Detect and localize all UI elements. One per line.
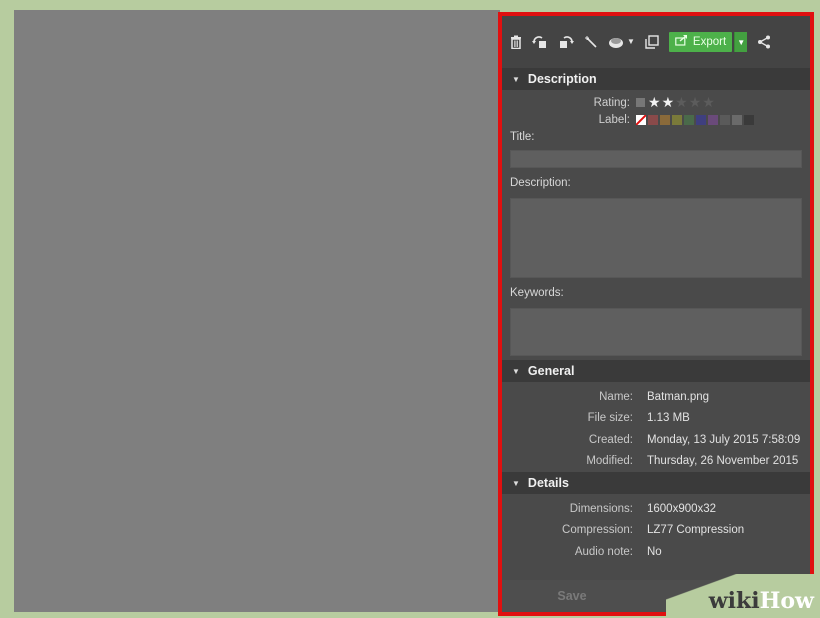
info-row: Dimensions: 1600x900x32 xyxy=(502,498,810,520)
share-icon[interactable] xyxy=(757,35,771,49)
info-row: Audio note: No xyxy=(502,541,810,563)
wikihow-watermark: wiki How xyxy=(666,574,820,618)
info-key: Modified: xyxy=(586,455,633,468)
info-key: Dimensions: xyxy=(569,502,633,515)
info-value: 1.13 MB xyxy=(647,412,690,425)
info-key: Audio note: xyxy=(574,545,633,558)
info-row: Name: Batman.png xyxy=(502,386,810,408)
label-color-swatch[interactable] xyxy=(744,114,754,125)
collapse-caret-icon: ▼ xyxy=(512,366,520,376)
info-value: LZ77 Compression xyxy=(647,524,745,537)
rating-star-icon[interactable]: ★ xyxy=(702,94,715,111)
collapse-caret-icon: ▼ xyxy=(512,478,520,488)
rotate-right-icon[interactable] xyxy=(558,35,574,49)
label-row: Label: xyxy=(502,111,810,128)
rotate-left-icon[interactable] xyxy=(532,35,548,49)
label-label: Label: xyxy=(598,113,630,126)
eraser-icon[interactable] xyxy=(608,35,624,49)
rating-label: Rating: xyxy=(593,96,630,109)
toolbar: ▼ Export ▼ xyxy=(502,16,810,68)
description-field-label: Description: xyxy=(510,177,571,189)
general-section-header[interactable]: ▼ General xyxy=(502,360,810,382)
description-textarea[interactable] xyxy=(510,198,802,278)
info-row: Modified: Thursday, 26 November 2015 xyxy=(502,451,810,473)
export-dropdown-icon[interactable]: ▼ xyxy=(734,32,748,52)
label-color-swatch[interactable] xyxy=(732,114,742,125)
info-key: Name: xyxy=(599,390,633,403)
description-heading: Description xyxy=(527,72,597,86)
label-color-swatch[interactable] xyxy=(684,114,694,125)
no-label-swatch[interactable] xyxy=(635,113,647,126)
label-color-swatch[interactable] xyxy=(648,114,658,125)
general-info: Name: Batman.png File size: 1.13 MB Created:… xyxy=(502,386,810,472)
keywords-label: Keywords: xyxy=(510,287,564,299)
watermark-part1: wiki xyxy=(708,588,760,614)
image-canvas xyxy=(14,10,500,612)
info-key: Created: xyxy=(588,433,633,446)
rating-star-icon[interactable]: ★ xyxy=(675,94,688,111)
keywords-input[interactable] xyxy=(510,308,802,356)
title-label: Title: xyxy=(510,131,535,143)
general-heading: General xyxy=(527,364,575,378)
label-swatches xyxy=(635,113,754,126)
info-value: Thursday, 26 November 2015 xyxy=(647,455,799,468)
details-info: Dimensions: 1600x900x32 Compression: LZ77 C… xyxy=(502,498,810,563)
save-button[interactable]: Save xyxy=(502,589,642,603)
info-value: Monday, 13 July 2015 7:58:09 xyxy=(647,433,801,446)
title-input[interactable] xyxy=(510,150,802,168)
info-row: Created: Monday, 13 July 2015 7:58:09 xyxy=(502,429,810,451)
export-label: Export xyxy=(692,36,727,48)
rating-row: Rating: ★ ★ ★ ★ ★ xyxy=(502,94,810,111)
info-key: File size: xyxy=(587,412,633,425)
label-color-swatch[interactable] xyxy=(720,114,730,125)
label-color-swatch[interactable] xyxy=(696,114,706,125)
rating-star-icon[interactable]: ★ xyxy=(662,94,675,111)
info-row: File size: 1.13 MB xyxy=(502,408,810,430)
label-color-swatch[interactable] xyxy=(672,114,682,125)
rating-clear-icon[interactable] xyxy=(636,98,645,107)
magic-wand-icon[interactable] xyxy=(584,35,598,49)
export-button[interactable]: Export xyxy=(668,32,733,52)
details-section-header[interactable]: ▼ Details xyxy=(502,472,810,494)
info-key: Compression: xyxy=(562,524,633,537)
info-value: No xyxy=(647,545,662,558)
export-icon xyxy=(675,35,688,49)
rating-star-icon[interactable]: ★ xyxy=(648,94,661,111)
collapse-caret-icon: ▼ xyxy=(512,74,520,84)
dropdown-icon[interactable]: ▼ xyxy=(627,38,635,46)
properties-panel: ▼ Export ▼ ▼ Description Rating: ★ ★ ★ ★ ★ L… xyxy=(498,12,814,616)
copy-icon[interactable] xyxy=(645,35,659,49)
description-section-header[interactable]: ▼ Description xyxy=(502,68,810,90)
info-row: Compression: LZ77 Compression xyxy=(502,520,810,542)
label-color-swatch[interactable] xyxy=(660,114,670,125)
details-heading: Details xyxy=(527,476,569,490)
trash-icon[interactable] xyxy=(510,35,522,49)
rating-star-icon[interactable]: ★ xyxy=(689,94,702,111)
watermark-part2: How xyxy=(759,588,814,614)
info-value: Batman.png xyxy=(647,390,710,403)
info-value: 1600x900x32 xyxy=(647,502,717,515)
rating-stars[interactable]: ★ ★ ★ ★ ★ xyxy=(648,94,715,111)
label-color-swatch[interactable] xyxy=(708,114,718,125)
